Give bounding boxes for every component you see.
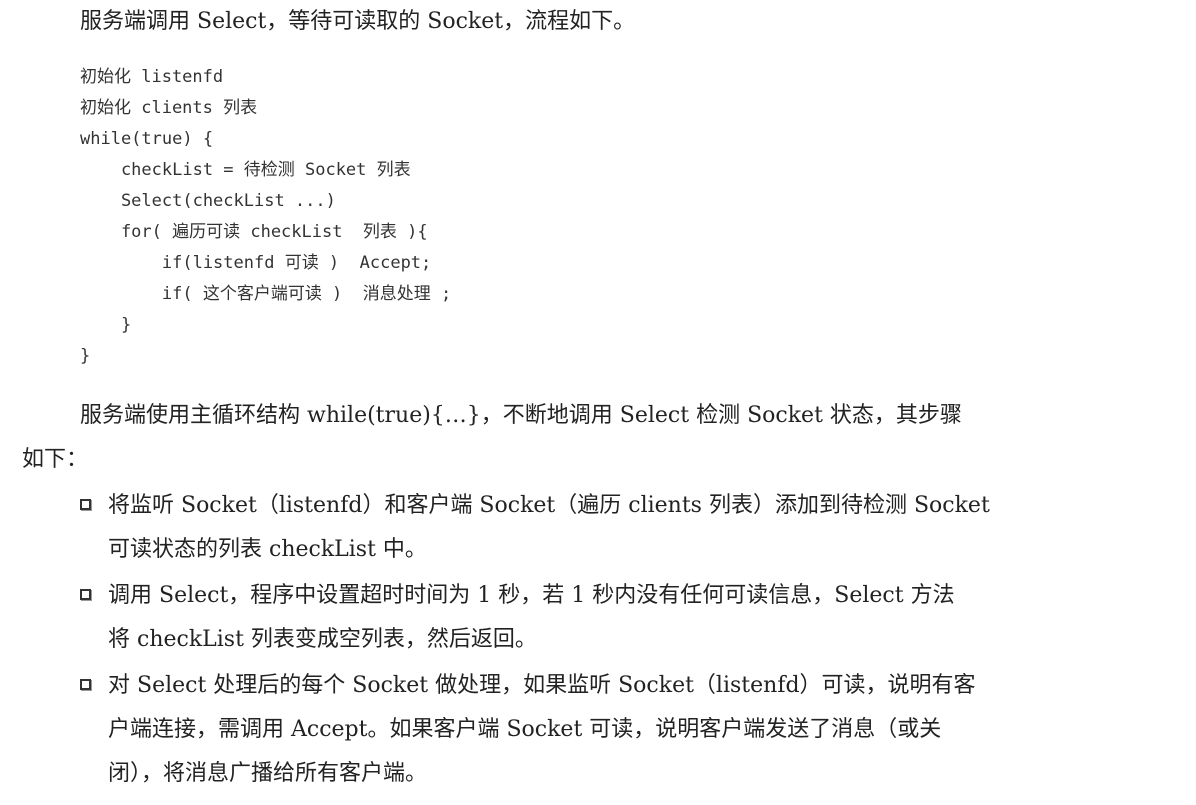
bullet-line: 户端连接，需调用 Accept。如果客户端 Socket 可读，说明客户端发送了… bbox=[108, 717, 942, 742]
code-line: if(listenfd 可读 ) Accept; bbox=[80, 253, 432, 273]
intro-text: 服务端调用 Select，等待可读取的 Socket，流程如下。 bbox=[80, 9, 636, 34]
code-line: if( 这个客户端可读 ) 消息处理 ; bbox=[80, 284, 452, 304]
bullet-line: 闭），将消息广播给所有客户端。 bbox=[108, 761, 428, 786]
code-line: 初始化 listenfd bbox=[80, 67, 224, 87]
bullet-item: 将监听 Socket（listenfd）和客户端 Socket（遍历 clien… bbox=[80, 484, 1176, 572]
code-line: 初始化 clients 列表 bbox=[80, 98, 258, 118]
code-block: 初始化 listenfd 初始化 clients 列表 while(true) … bbox=[80, 62, 451, 372]
bullet-line: 可读状态的列表 checkList 中。 bbox=[108, 537, 427, 562]
bullet-list: 将监听 Socket（listenfd）和客户端 Socket（遍历 clien… bbox=[80, 484, 1176, 798]
code-line: } bbox=[80, 315, 132, 335]
checkbox-bullet-icon bbox=[80, 499, 91, 510]
bullet-line: 对 Select 处理后的每个 Socket 做处理，如果监听 Socket（l… bbox=[108, 673, 976, 698]
paragraph-line-2: 如下： bbox=[22, 447, 89, 472]
bullet-line: 将监听 Socket（listenfd）和客户端 Socket（遍历 clien… bbox=[108, 493, 990, 518]
bullet-item: 调用 Select，程序中设置超时时间为 1 秒，若 1 秒内没有任何可读信息，… bbox=[80, 574, 1176, 662]
code-line: for( 遍历可读 checkList 列表 ){ bbox=[80, 222, 428, 242]
bullet-line: 调用 Select，程序中设置超时时间为 1 秒，若 1 秒内没有任何可读信息，… bbox=[108, 583, 955, 608]
checkbox-bullet-icon bbox=[80, 589, 91, 600]
code-line: } bbox=[80, 346, 91, 366]
bullet-item: 对 Select 处理后的每个 Socket 做处理，如果监听 Socket（l… bbox=[80, 664, 1176, 796]
code-line: checkList = 待检测 Socket 列表 bbox=[80, 160, 411, 180]
bullet-line: 将 checkList 列表变成空列表，然后返回。 bbox=[108, 627, 537, 652]
paragraph-line-1: 服务端使用主循环结构 while(true){…}，不断地调用 Select 检… bbox=[80, 403, 962, 428]
code-line: while(true) { bbox=[80, 129, 214, 149]
checkbox-bullet-icon bbox=[80, 679, 91, 690]
code-line: Select(checkList ...) bbox=[80, 191, 336, 211]
